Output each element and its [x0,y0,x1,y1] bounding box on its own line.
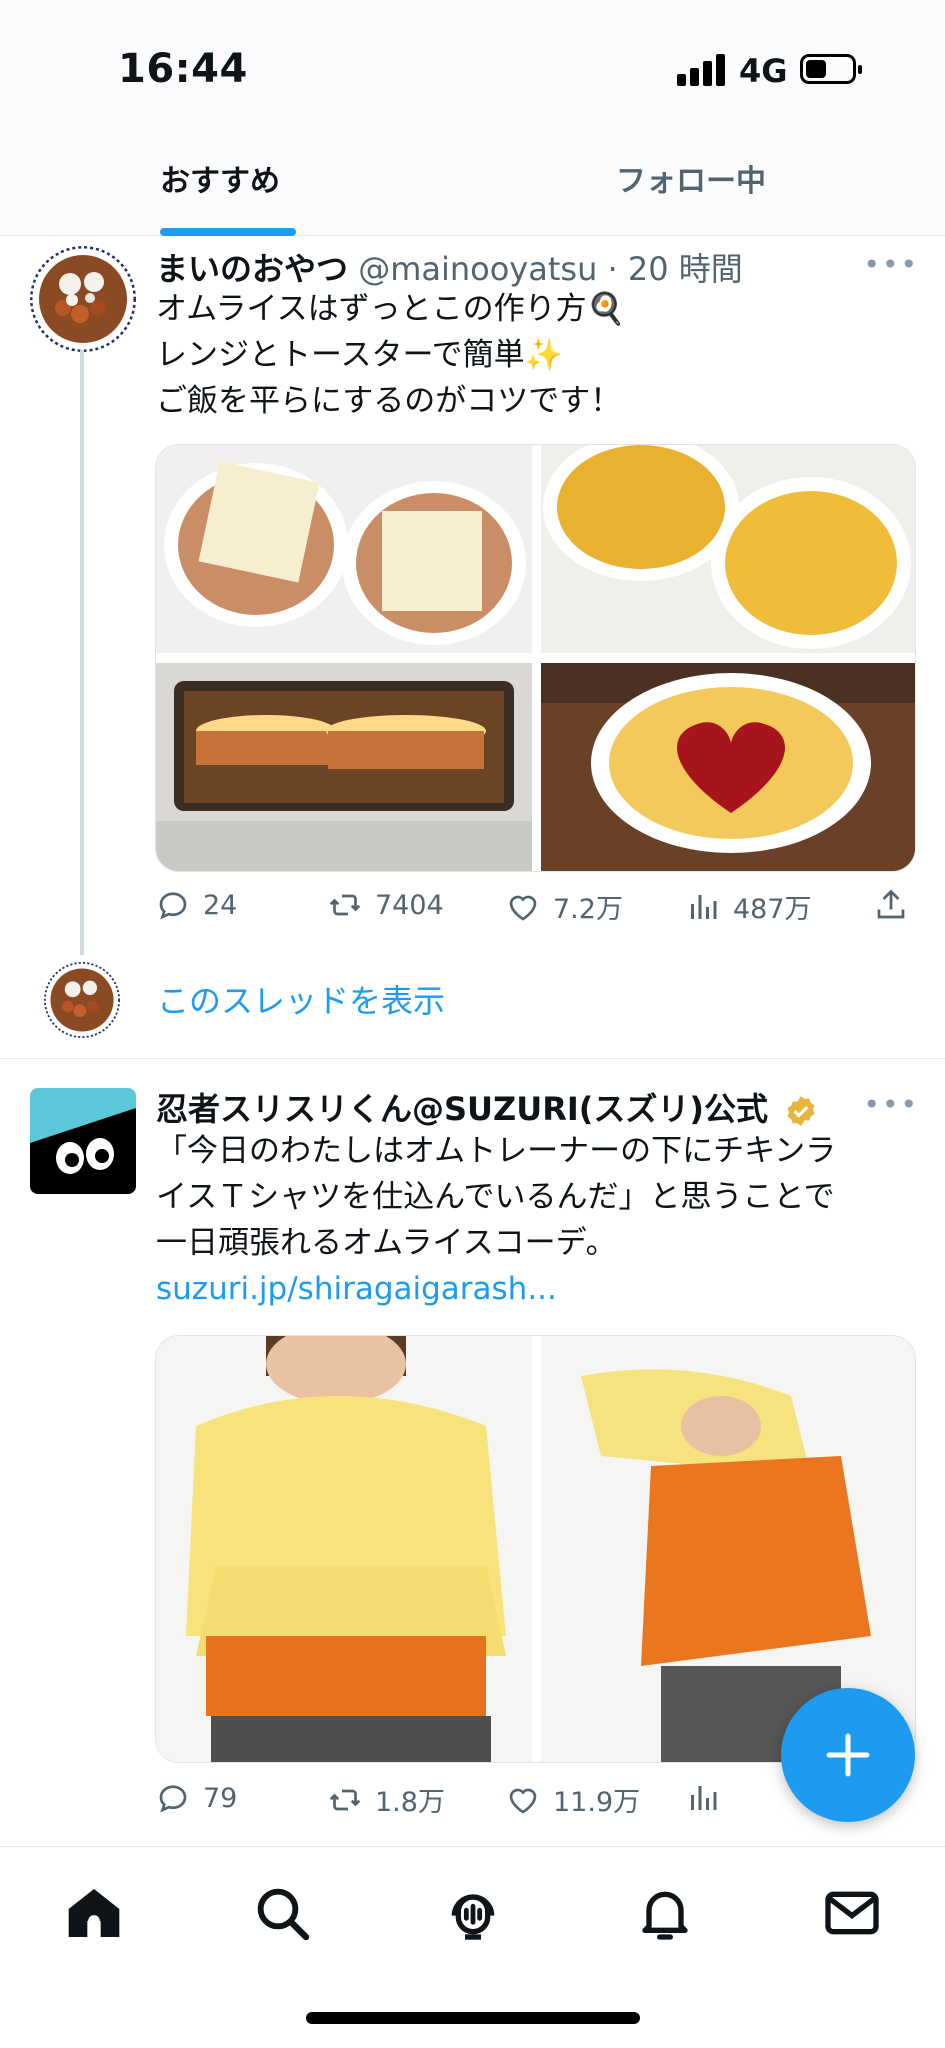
views-button[interactable] [685,1780,721,1816]
views-icon [691,894,717,919]
nav-spaces[interactable] [441,1881,505,1945]
retweet-icon [329,894,361,916]
more-options-icon[interactable]: ••• [863,1088,919,1121]
tab-recommend[interactable]: おすすめ [160,140,280,236]
media-photo-rice-cheese[interactable] [156,445,532,653]
reply-count: 24 [203,889,238,921]
share-button[interactable] [873,887,909,923]
share-icon [877,889,905,919]
media-photo-omurice[interactable] [541,663,915,871]
tweet-media[interactable] [155,444,916,872]
like-button[interactable]: 11.9万 [505,1780,640,1819]
views-button[interactable]: 487万 [685,887,812,926]
reply-button[interactable]: 79 [155,1780,237,1816]
tweet-header: まいのおやつ @mainooyatsu · 20 時間 [156,244,743,290]
media-photo-yellow-sweater[interactable] [156,1336,532,1762]
avatar[interactable] [30,246,136,352]
tweet-text-line: ご飯を平らにするのがコツです！ [156,383,622,419]
like-icon [509,1788,537,1814]
avatar[interactable] [30,1088,136,1194]
reply-icon [159,1785,187,1813]
tweet-text-line: レンジとトースターで簡単✨ [156,337,564,373]
show-thread-link[interactable]: このスレッドを表示 [157,976,445,1022]
compose-button[interactable] [781,1688,915,1822]
timeline-tabs: おすすめ フォロー中 [0,140,945,236]
tweet-media[interactable] [155,1335,916,1763]
messages-icon [825,1891,879,1935]
like-button[interactable]: 7.2万 [505,887,623,926]
active-tab-indicator [160,228,296,236]
views-icon [691,1786,717,1810]
tweet-text-line: 一日頑張れるオムライスコーデ。 [156,1225,617,1261]
retweet-count: 7404 [375,889,444,921]
thread-line [80,350,84,955]
tweet-text-line: イスＴシャツを仕込んでいるんだ」と思うことで [156,1179,835,1215]
home-indicator [306,2012,640,2024]
spaces-icon [451,1894,495,1940]
tweet-text-line: オムライスはずっとこの作り方🍳 [156,291,626,327]
verified-badge-icon [787,1096,815,1126]
views-count: 487万 [733,894,812,925]
reply-button[interactable]: 24 [155,887,237,923]
tweet-text-line: 「今日のわたしはオムトレーナーの下にチキンラ [156,1133,837,1169]
like-count: 7.2万 [553,894,623,925]
thread-avatar[interactable] [44,962,120,1038]
media-photo-egg[interactable] [541,445,915,653]
display-name[interactable]: まいのおやつ [156,250,348,288]
retweet-button[interactable]: 1.8万 [327,1780,445,1819]
reply-icon [159,892,187,920]
retweet-count: 1.8万 [375,1787,445,1818]
nav-home[interactable] [62,1881,126,1945]
nav-notifications[interactable] [633,1881,697,1945]
like-count: 11.9万 [553,1787,641,1818]
retweet-icon [329,1789,361,1810]
search-icon [257,1888,310,1941]
tweet-text: 「今日のわたしはオムトレーナーの下にチキンラ イスＴシャツを仕込んでいるんだ」と… [156,1128,916,1312]
status-time: 16:44 [118,46,248,92]
handle: @mainooyatsu [358,250,598,288]
notifications-icon [642,1891,688,1940]
timestamp: · 20 時間 [607,250,743,288]
battery-icon [800,54,862,84]
tab-following[interactable]: フォロー中 [616,140,766,236]
plus-icon [826,1733,870,1777]
media-photo-toaster[interactable] [156,663,532,871]
tweet-header: 忍者スリスリくん@SUZURI(スズリ)公式 [156,1084,818,1130]
nav-search[interactable] [250,1881,314,1945]
home-icon [68,1889,120,1937]
like-icon [509,895,537,921]
tweet-actions: 24 7404 7.2万 487万 [155,887,915,937]
status-bar: 16:44 4G [0,0,945,140]
nav-messages[interactable] [820,1881,884,1945]
display-name[interactable]: 忍者スリスリくん@SUZURI(スズリ)公式 [156,1090,768,1128]
tweet-link[interactable]: suzuri.jp/shiragaigarash... [156,1266,916,1312]
more-options-icon[interactable]: ••• [863,248,919,281]
network-label: 4G [739,52,788,90]
retweet-button[interactable]: 7404 [327,887,444,923]
signal-icon [677,52,727,86]
reply-count: 79 [203,1782,238,1814]
tweet-text: オムライスはずっとこの作り方🍳 レンジとトースターで簡単✨ ご飯を平らにするのが… [156,286,916,424]
